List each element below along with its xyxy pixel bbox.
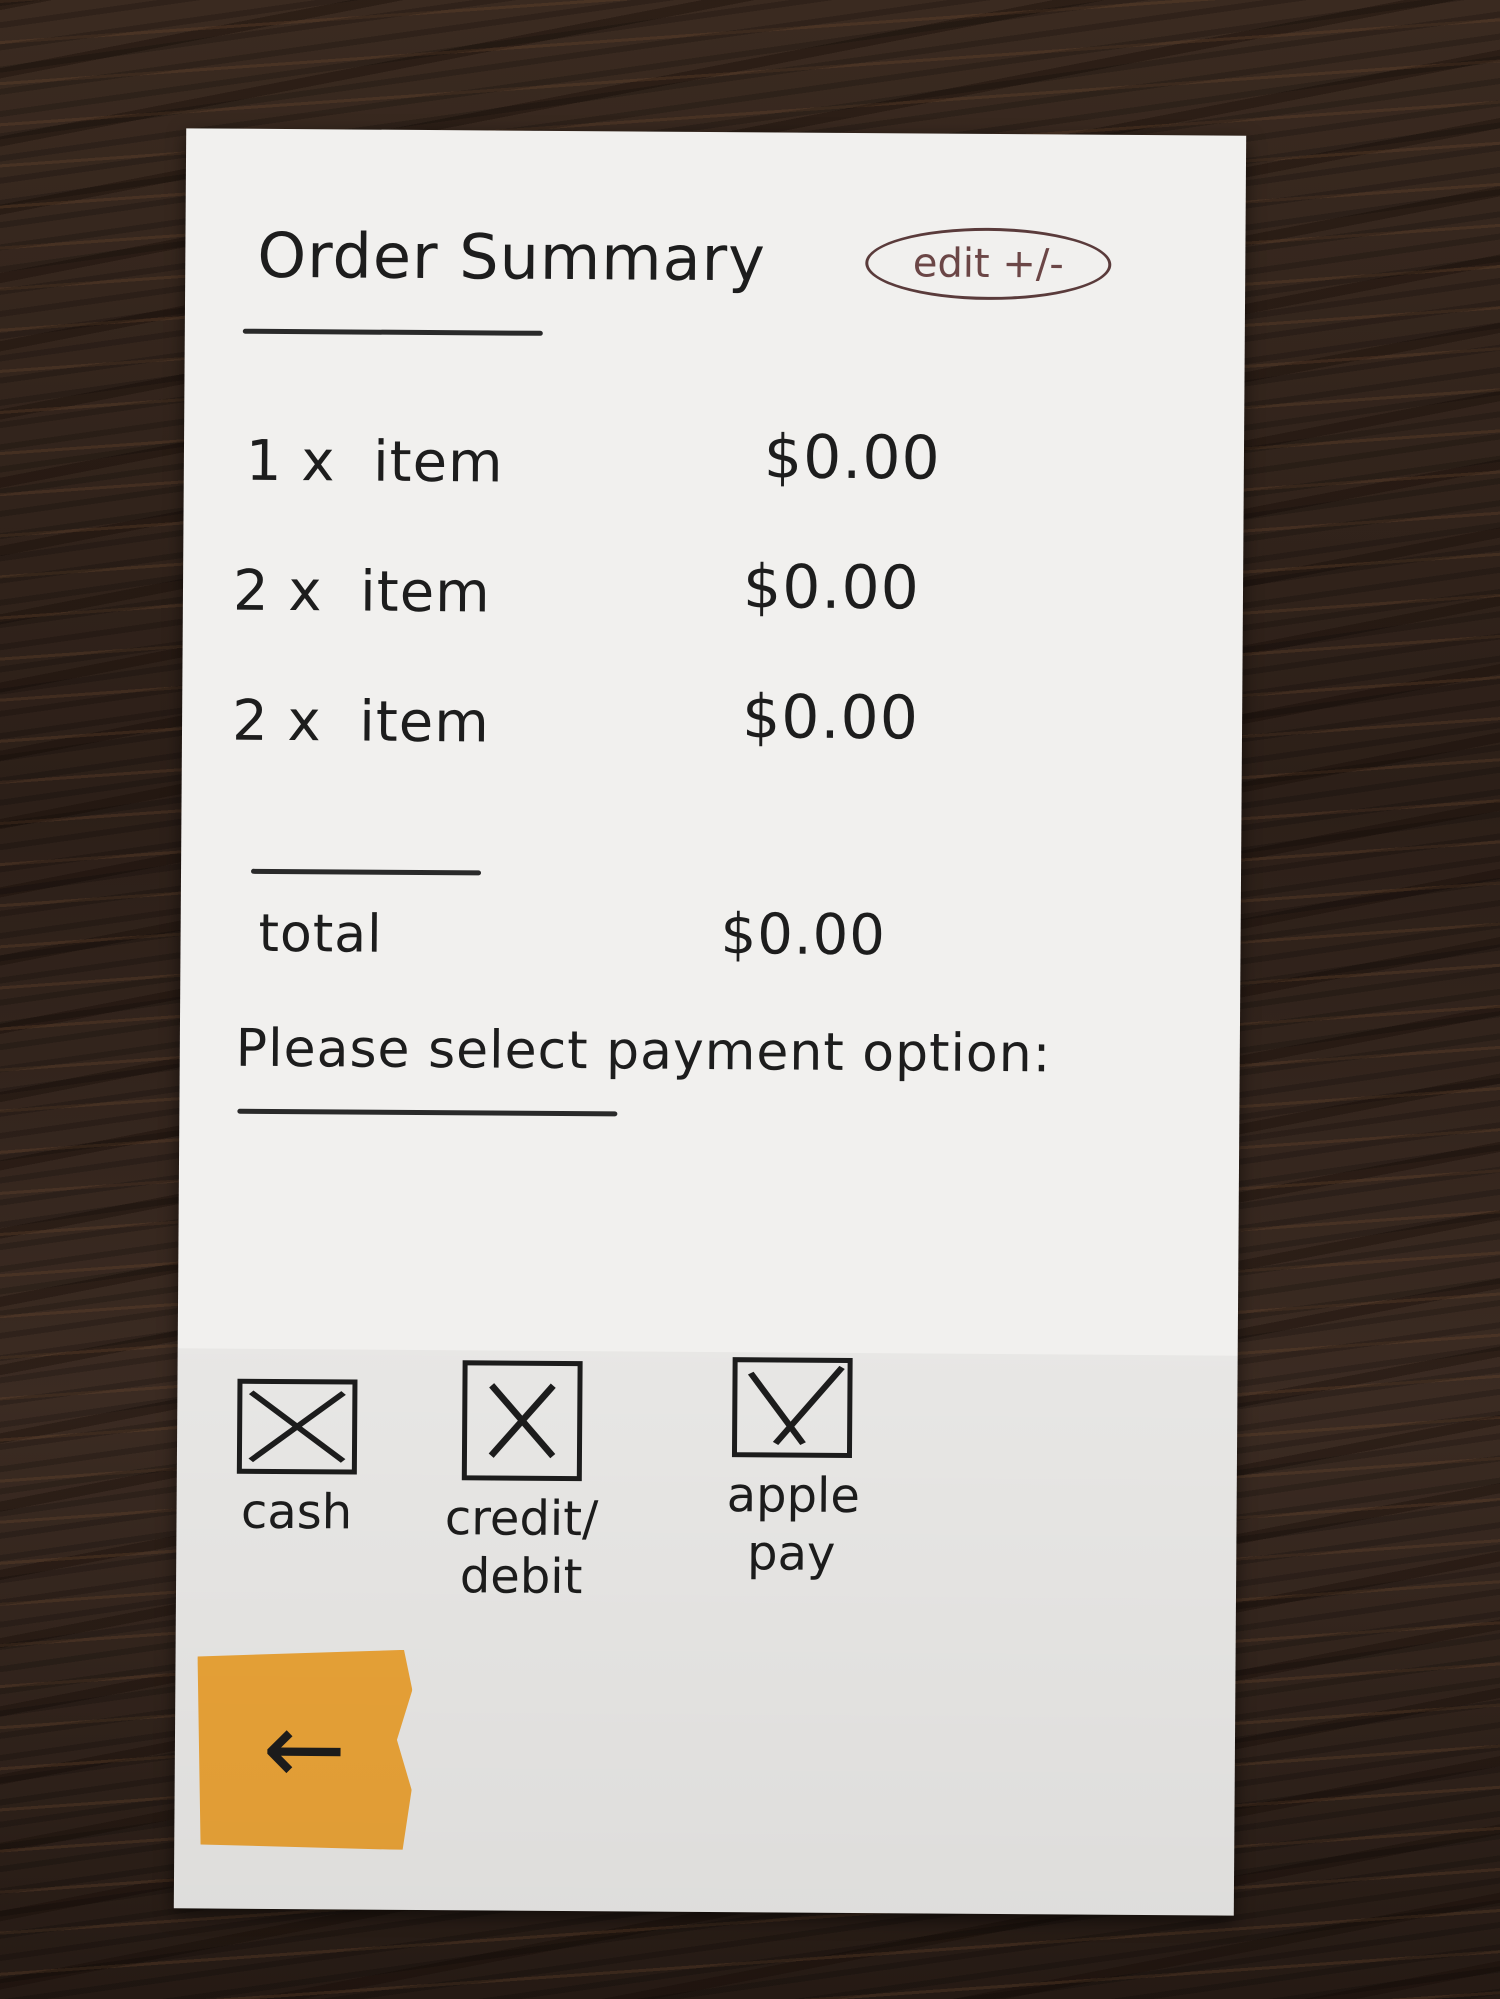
arrow-left-icon: ← (262, 1689, 347, 1808)
x-mark-icon (747, 1365, 845, 1446)
item-name: item (372, 429, 504, 496)
total-divider (251, 868, 482, 876)
x-mark-icon (248, 1390, 346, 1463)
item-row-1-price: $0.00 (763, 422, 941, 494)
total-value: $0.00 (720, 902, 887, 969)
item-row-2-qty-name: 2 x item (233, 559, 491, 626)
order-summary-card: Order Summary edit +/- 1 x item $0.00 2 … (173, 128, 1247, 1916)
item-row-1-qty-name: 1 x item (246, 429, 504, 496)
checkbox-credit-debit[interactable] (461, 1360, 583, 1482)
edit-order-button[interactable]: edit +/- (865, 227, 1112, 301)
item-row-3-price: $0.00 (741, 682, 920, 754)
item-row-3-qty-name: 2 x item (232, 689, 490, 756)
checkbox-apple-pay[interactable] (731, 1357, 853, 1459)
item-name: item (359, 689, 491, 756)
prompt-underline (237, 1108, 618, 1117)
total-label: total (258, 903, 383, 965)
payment-prompt: Please select payment option: (235, 1018, 1052, 1085)
payment-option-credit-debit[interactable]: credit/ debit (421, 1360, 623, 1607)
payment-option-apple-pay[interactable]: apple pay (706, 1357, 878, 1583)
item-row-2-price: $0.00 (742, 552, 921, 624)
x-mark-icon (488, 1383, 556, 1459)
title-underline (242, 328, 543, 336)
item-qty: 1 x (245, 428, 336, 495)
payment-option-label: credit/ debit (444, 1490, 599, 1605)
payment-option-label: apple pay (726, 1467, 861, 1582)
page-title: Order Summary (257, 218, 767, 296)
back-button[interactable]: ← (196, 1648, 412, 1849)
payment-option-label: cash (240, 1483, 353, 1541)
item-name: item (359, 559, 491, 626)
item-qty: 2 x (231, 688, 322, 755)
item-qty: 2 x (232, 558, 323, 625)
payment-option-cash[interactable]: cash (216, 1378, 377, 1543)
checkbox-cash[interactable] (236, 1378, 358, 1475)
